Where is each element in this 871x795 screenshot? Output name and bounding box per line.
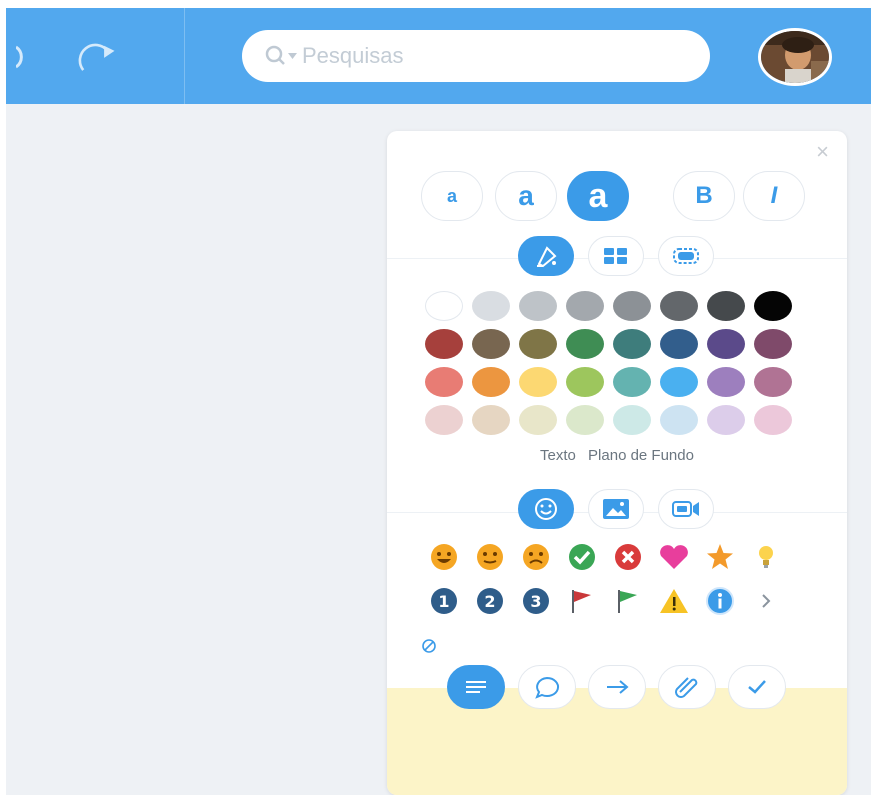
background-color-label[interactable]: Plano de Fundo — [588, 447, 694, 464]
color-swatch[interactable] — [566, 405, 604, 435]
color-swatch[interactable] — [566, 291, 604, 321]
bulb-icon[interactable] — [747, 541, 785, 573]
color-swatch[interactable] — [425, 367, 463, 397]
no-icon-icon[interactable] — [421, 638, 437, 659]
color-row — [425, 291, 805, 321]
color-swatch[interactable] — [707, 291, 745, 321]
color-swatch[interactable] — [472, 291, 510, 321]
font-size-small-button[interactable]: a — [421, 171, 483, 221]
warning-icon[interactable] — [655, 585, 693, 617]
number-1-label: 1 — [438, 592, 449, 611]
star-icon[interactable] — [701, 541, 739, 573]
color-swatch[interactable] — [425, 291, 463, 321]
checkmark-icon[interactable] — [728, 665, 786, 709]
color-swatch[interactable] — [425, 405, 463, 435]
icon-palette: 1 2 3 — [425, 541, 825, 629]
color-swatch[interactable] — [566, 329, 604, 359]
color-swatch[interactable] — [425, 329, 463, 359]
color-target-labels: Texto Plano de Fundo — [387, 447, 847, 464]
color-tabs — [387, 236, 847, 280]
heart-icon[interactable] — [655, 541, 693, 573]
bold-button[interactable]: B — [673, 171, 735, 221]
color-swatch[interactable] — [707, 329, 745, 359]
smiley-neutral-icon[interactable] — [471, 541, 509, 573]
color-swatch[interactable] — [613, 405, 651, 435]
icon-row — [425, 541, 825, 573]
color-row — [425, 329, 805, 359]
color-swatch[interactable] — [660, 367, 698, 397]
color-swatch[interactable] — [754, 291, 792, 321]
format-panel: × a a a B I Texto Plano de Fundo 1 2 3 — [387, 131, 847, 795]
red-flag-icon[interactable] — [563, 585, 601, 617]
color-swatch[interactable] — [566, 367, 604, 397]
color-swatch[interactable] — [472, 367, 510, 397]
chevron-right-icon[interactable] — [747, 585, 785, 617]
layout-icon[interactable] — [588, 236, 644, 276]
attachment-icon[interactable] — [658, 665, 716, 709]
color-swatch[interactable] — [519, 291, 557, 321]
color-swatch[interactable] — [660, 405, 698, 435]
check-icon[interactable] — [563, 541, 601, 573]
color-swatch[interactable] — [519, 405, 557, 435]
color-swatch[interactable] — [660, 291, 698, 321]
smiley-happy-icon[interactable] — [425, 541, 463, 573]
smiley-icon[interactable] — [518, 489, 574, 529]
number-3-icon[interactable]: 3 — [517, 585, 555, 617]
color-swatch[interactable] — [707, 367, 745, 397]
media-tabs — [387, 489, 847, 533]
color-swatch[interactable] — [472, 405, 510, 435]
color-swatch[interactable] — [754, 367, 792, 397]
avatar[interactable] — [758, 28, 832, 86]
color-swatch[interactable] — [660, 329, 698, 359]
border-icon[interactable] — [658, 236, 714, 276]
italic-button[interactable]: I — [743, 171, 805, 221]
image-icon[interactable] — [588, 489, 644, 529]
color-row — [425, 405, 805, 435]
color-swatch[interactable] — [519, 367, 557, 397]
color-palette — [425, 291, 805, 443]
font-style-row: a a a B I — [387, 171, 847, 223]
number-2-icon[interactable]: 2 — [471, 585, 509, 617]
color-swatch[interactable] — [754, 329, 792, 359]
redo-icon[interactable] — [78, 40, 118, 74]
fill-icon[interactable] — [518, 236, 574, 276]
color-swatch[interactable] — [707, 405, 745, 435]
text-lines-icon[interactable] — [447, 665, 505, 709]
text-color-label[interactable]: Texto — [540, 447, 576, 464]
number-1-icon[interactable]: 1 — [425, 585, 463, 617]
color-swatch[interactable] — [754, 405, 792, 435]
green-flag-icon[interactable] — [609, 585, 647, 617]
search-box[interactable] — [242, 30, 710, 82]
toolbar-divider — [184, 8, 185, 104]
color-swatch[interactable] — [613, 329, 651, 359]
speech-bubble-icon[interactable] — [518, 665, 576, 709]
search-input[interactable] — [302, 43, 662, 69]
color-swatch[interactable] — [613, 367, 651, 397]
info-icon[interactable] — [701, 585, 739, 617]
top-bar — [6, 8, 871, 104]
color-row — [425, 367, 805, 397]
icon-row: 1 2 3 — [425, 585, 825, 617]
color-swatch[interactable] — [472, 329, 510, 359]
smiley-sad-icon[interactable] — [517, 541, 555, 573]
cross-icon[interactable] — [609, 541, 647, 573]
font-size-medium-button[interactable]: a — [495, 171, 557, 221]
color-swatch[interactable] — [613, 291, 651, 321]
font-size-large-button[interactable]: a — [567, 171, 629, 221]
undo-icon[interactable] — [6, 40, 46, 74]
video-icon[interactable] — [658, 489, 714, 529]
close-icon[interactable]: × — [816, 139, 829, 165]
number-3-label: 3 — [530, 592, 541, 611]
search-icon[interactable] — [264, 44, 298, 68]
number-2-label: 2 — [484, 592, 495, 611]
color-swatch[interactable] — [519, 329, 557, 359]
shape-buttons — [387, 665, 847, 713]
arrow-right-icon[interactable] — [588, 665, 646, 709]
